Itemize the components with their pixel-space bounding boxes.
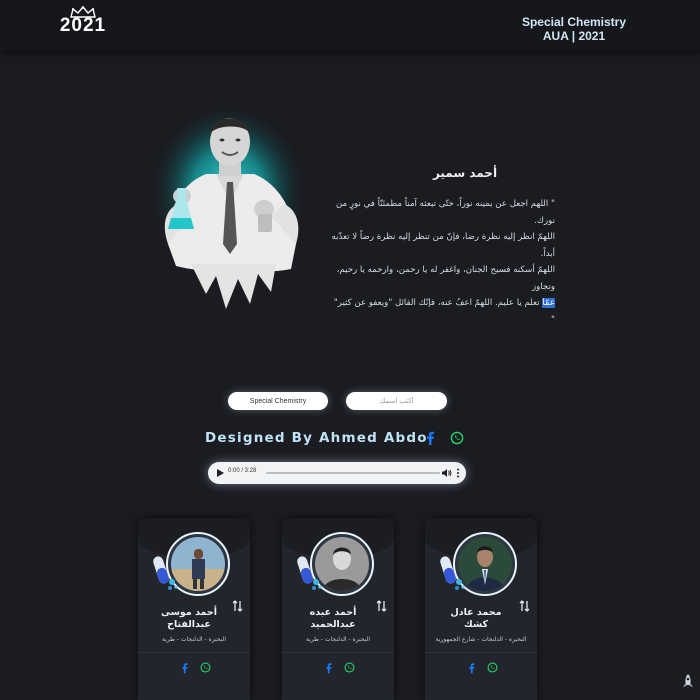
test-tube-icon (440, 556, 465, 590)
student-first-name: أحمد عبده (309, 607, 357, 618)
more-options-icon[interactable] (456, 468, 460, 478)
site-logo[interactable]: 2021 (58, 6, 108, 46)
test-tube-icon (297, 556, 322, 590)
audio-time: 0:00 / 3:28 (228, 468, 257, 474)
audio-progress-track[interactable] (266, 472, 440, 474)
student-name: أحمد عبده عبدالحميد (288, 607, 378, 631)
student-first-name: محمد عادل (450, 607, 502, 618)
student-last-name: عبدالحميد (310, 619, 356, 630)
name-search-input[interactable] (346, 392, 447, 410)
avatar (171, 537, 225, 591)
whatsapp-icon[interactable] (200, 662, 211, 673)
avatar (458, 537, 512, 591)
facebook-icon[interactable] (467, 662, 476, 674)
hero-prayer-text: " اللهم اجعل عن يمينه نوراً، حتّى تبعثه … (330, 196, 555, 328)
student-card[interactable]: أحمد موسى عبدالفتاح البحيره - الدلنجات -… (138, 518, 250, 700)
test-tube-icon (153, 556, 178, 590)
special-chemistry-button[interactable]: Special Chemistry (228, 392, 328, 410)
prayer-line: " اللهم اجعل عن يمينه نوراً، حتّى تبعثه … (335, 199, 555, 226)
student-location: البحيره - الدلنجات - طرية (305, 636, 370, 643)
hero-portrait (146, 104, 316, 314)
whatsapp-icon[interactable] (450, 431, 464, 445)
designer-credit: Designed By Ahmed Abdo (205, 430, 428, 446)
hero-name: أحمد سمير (432, 166, 498, 180)
facebook-icon[interactable] (324, 662, 333, 674)
hero-portrait-image (148, 111, 308, 309)
logo-year: 2021 (59, 15, 107, 36)
volume-icon[interactable] (442, 468, 452, 478)
card-divider (282, 652, 394, 653)
brand-line-2: AUA | 2021 (542, 29, 606, 43)
card-divider (138, 652, 250, 653)
student-first-name: أحمد موسى (160, 607, 218, 618)
scroll-top-rocket-icon[interactable] (682, 674, 694, 690)
whatsapp-icon[interactable] (344, 662, 355, 673)
student-last-name: عبدالفتاح (167, 619, 211, 630)
student-card[interactable]: محمد عادل كشك البحيره - الدلنجات - شارع … (425, 518, 537, 700)
brand-line-1: Special Chemistry (521, 15, 627, 29)
selected-text: عمّا (542, 298, 555, 308)
top-header: 2021 Special Chemistry AUA | 2021 (0, 0, 700, 50)
prayer-line-end: تعلم يا عليم. اللهمّ اعفُ عنه، فإنّك الق… (333, 298, 555, 325)
facebook-icon[interactable] (180, 662, 189, 674)
student-name: أحمد موسى عبدالفتاح (144, 607, 234, 631)
card-divider (425, 652, 537, 653)
student-location: البحيره - الدلنجات - طرية (161, 636, 226, 643)
audio-player[interactable]: 0:00 / 3:28 (208, 462, 466, 484)
student-last-name: كشك (463, 619, 489, 630)
student-name: محمد عادل كشك (431, 607, 521, 631)
avatar (315, 537, 369, 591)
brand-title: Special Chemistry AUA | 2021 (514, 15, 634, 43)
prayer-line: اللهمّ أسكنه فسيح الجنان، واغفر له يا رح… (336, 265, 555, 292)
prayer-line: اللهمّ انظر إليه نظرة رضا، فإنّ من تنظر … (331, 232, 555, 259)
prayer-line: عمّا تعلم يا عليم. اللهمّ اعفُ عنه، فإنّ… (330, 295, 555, 328)
student-card[interactable]: أحمد عبده عبدالحميد البحيره - الدلنجات -… (282, 518, 394, 700)
facebook-icon[interactable] (424, 431, 436, 445)
whatsapp-icon[interactable] (487, 662, 498, 673)
play-icon[interactable] (217, 469, 224, 477)
student-location: البحيره - الدلنجات - شارع الجمهورية (435, 636, 527, 643)
